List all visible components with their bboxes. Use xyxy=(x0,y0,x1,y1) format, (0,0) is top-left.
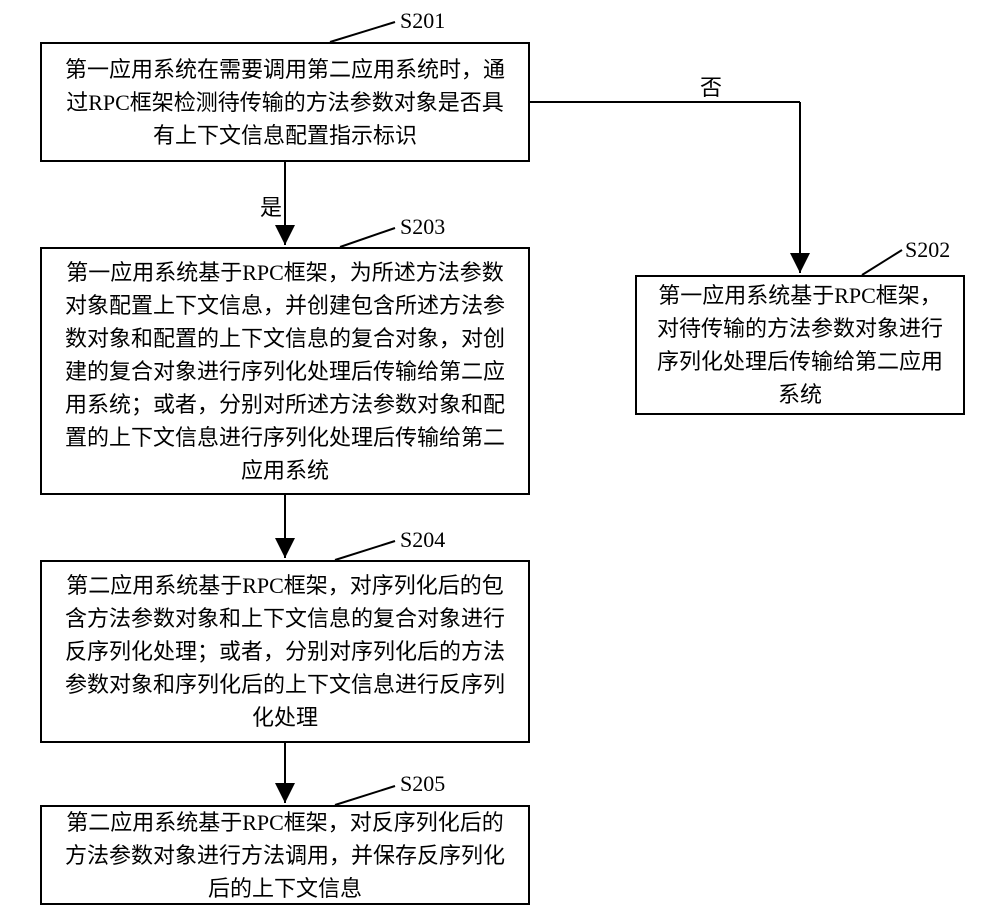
step-s202: 第一应用系统基于RPC框架，对待传输的方法参数对象进行序列化处理后传输给第二应用… xyxy=(635,275,965,415)
edge-yes: 是 xyxy=(260,190,282,222)
step-s205: 第二应用系统基于RPC框架，对反序列化后的方法参数对象进行方法调用，并保存反序列… xyxy=(40,805,530,905)
step-s201-text: 第一应用系统在需要调用第二应用系统时，通过RPC框架检测待传输的方法参数对象是否… xyxy=(58,53,512,152)
step-s205-text: 第二应用系统基于RPC框架，对反序列化后的方法参数对象进行方法调用，并保存反序列… xyxy=(58,806,512,905)
edge-no: 否 xyxy=(700,70,722,102)
label-s203: S203 xyxy=(400,214,445,240)
step-s204: 第二应用系统基于RPC框架，对序列化后的包含方法参数对象和上下文信息的复合对象进… xyxy=(40,560,530,743)
step-s202-text: 第一应用系统基于RPC框架，对待传输的方法参数对象进行序列化处理后传输给第二应用… xyxy=(653,279,947,411)
label-s202: S202 xyxy=(905,237,950,263)
step-s201: 第一应用系统在需要调用第二应用系统时，通过RPC框架检测待传输的方法参数对象是否… xyxy=(40,42,530,162)
label-s201: S201 xyxy=(400,8,445,34)
step-s203-text: 第一应用系统基于RPC框架，为所述方法参数对象配置上下文信息，并创建包含所述方法… xyxy=(58,256,512,487)
flowchart-canvas: 第一应用系统在需要调用第二应用系统时，通过RPC框架检测待传输的方法参数对象是否… xyxy=(0,0,1000,915)
step-s203: 第一应用系统基于RPC框架，为所述方法参数对象配置上下文信息，并创建包含所述方法… xyxy=(40,247,530,495)
step-s204-text: 第二应用系统基于RPC框架，对序列化后的包含方法参数对象和上下文信息的复合对象进… xyxy=(58,569,512,734)
label-s205: S205 xyxy=(400,771,445,797)
label-s204: S204 xyxy=(400,527,445,553)
